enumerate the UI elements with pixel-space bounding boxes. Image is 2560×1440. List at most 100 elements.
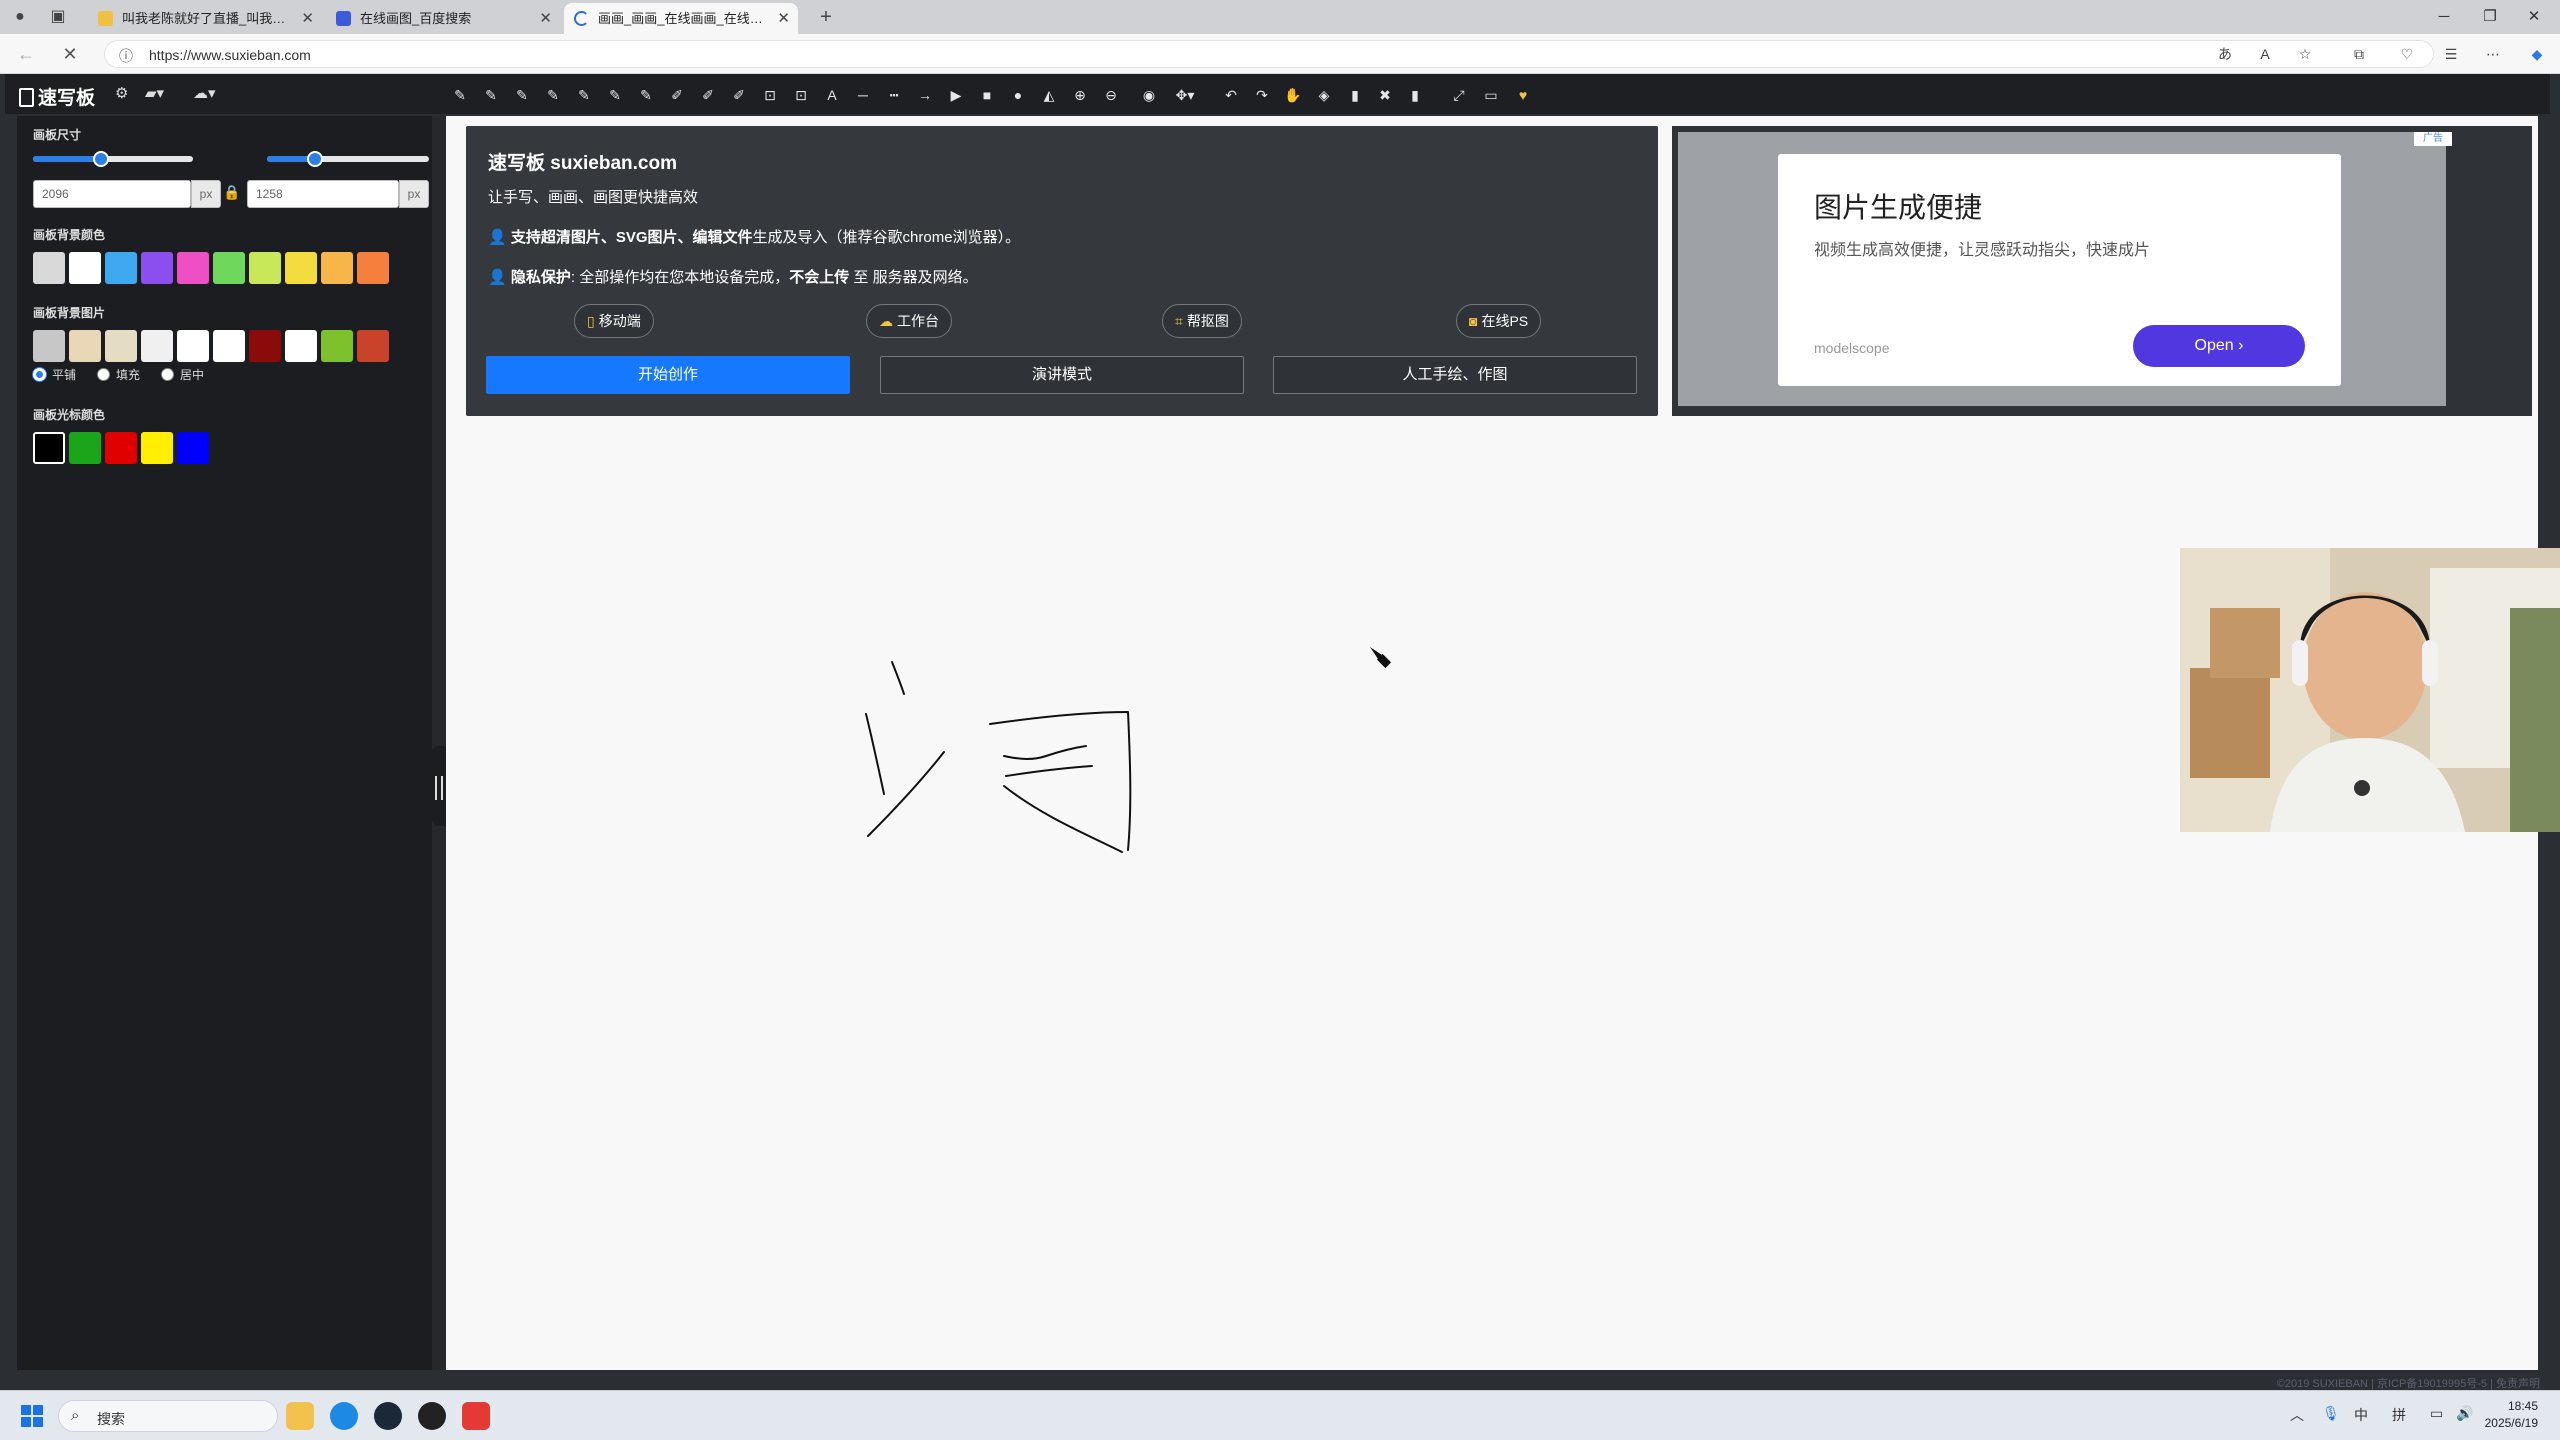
drag-handle-icon[interactable] [435, 776, 443, 800]
width-slider-knob[interactable] [93, 151, 109, 167]
pen2-tool-icon[interactable]: ✎ [512, 85, 532, 105]
bg-color-swatch-3[interactable] [105, 252, 137, 284]
more-menu-icon[interactable]: ⋯ [2482, 43, 2504, 65]
fullscreen-icon[interactable]: ⤢ [1449, 85, 1469, 105]
zoom-out-icon[interactable]: ⊖ [1101, 85, 1121, 105]
trash-icon[interactable]: ▮ [1405, 85, 1425, 105]
taskbar-clock[interactable]: 18:45 2025/6/19 [2485, 1398, 2538, 1432]
site-info-icon[interactable]: ⓘ [119, 46, 133, 66]
cloud-menu-icon[interactable]: ☁▾ [193, 84, 216, 102]
restore-icon[interactable]: ❐ [2478, 5, 2502, 29]
extensions-icon[interactable]: ⧉ [2348, 43, 2370, 65]
browser-essentials-icon[interactable]: ♡ [2396, 43, 2418, 65]
ad-badge[interactable]: 广告 [2414, 132, 2452, 146]
bg-image-swatch-7[interactable] [249, 330, 281, 362]
delete-icon[interactable]: ▮ [1345, 85, 1365, 105]
bg-color-swatch-1[interactable] [33, 252, 65, 284]
fill-mode-tile[interactable]: 平铺 [33, 366, 76, 383]
tab-close-icon[interactable]: ✕ [777, 3, 790, 34]
bg-color-swatch-10[interactable] [357, 252, 389, 284]
favorite-icon[interactable]: ☆ [2294, 43, 2316, 65]
fill-mode-center[interactable]: 居中 [161, 366, 204, 383]
bg-image-swatch-6[interactable] [213, 330, 245, 362]
cursor-color-swatch-4[interactable] [141, 432, 173, 464]
cursor-color-swatch-3[interactable] [105, 432, 137, 464]
translate-icon[interactable]: あ [2214, 43, 2236, 65]
bg-image-swatch-10[interactable] [357, 330, 389, 362]
heart-icon[interactable]: ♥ [1513, 85, 1533, 105]
line-tool-icon[interactable]: ─ [853, 85, 873, 105]
workbench-pill-button[interactable]: ☁ 工作台 [866, 304, 952, 338]
tab-close-icon[interactable]: ✕ [301, 3, 314, 34]
height-slider-knob[interactable] [307, 151, 323, 167]
sidebar-splitter[interactable] [432, 116, 446, 1370]
close-window-icon[interactable]: ✕ [2522, 5, 2546, 29]
width-input[interactable]: 2096 [33, 180, 191, 208]
cutout-pill-button[interactable]: ⌗ 帮抠图 [1162, 304, 1242, 338]
ad-content[interactable]: 图片生成便捷 视频生成高效便捷，让灵感跃动指尖，快速成片 modelscope … [1778, 154, 2341, 386]
width-slider[interactable] [33, 151, 193, 167]
stop-loading-icon[interactable]: ✕ [58, 42, 82, 66]
height-slider[interactable] [267, 151, 429, 167]
fill-mode-fill[interactable]: 填充 [97, 366, 140, 383]
unlock-tool-icon[interactable]: ⊡ [791, 85, 811, 105]
file-menu-icon[interactable]: ▰▾ [145, 84, 164, 102]
browser-tab-2[interactable]: 在线画图_百度搜索 ✕ [326, 3, 560, 34]
pen5-tool-icon[interactable]: ✎ [605, 85, 625, 105]
wps-office-icon[interactable] [462, 1402, 490, 1430]
brush-tool-icon[interactable]: ✐ [667, 85, 687, 105]
volume-icon[interactable]: 🔊 [2456, 1405, 2473, 1422]
clear-icon[interactable]: ✖ [1375, 85, 1395, 105]
pencil-tool-icon[interactable]: ✎ [450, 85, 470, 105]
read-aloud-icon[interactable]: A [2254, 43, 2276, 65]
bg-image-swatch-4[interactable] [141, 330, 173, 362]
cursor-color-swatch-5[interactable] [177, 432, 209, 464]
minimize-icon[interactable]: ─ [2432, 5, 2456, 29]
hand-icon[interactable]: ✋ [1283, 85, 1303, 105]
arrow-tool-icon[interactable]: → [915, 85, 935, 105]
bg-image-swatch-1[interactable] [33, 330, 65, 362]
shapes-tool-icon[interactable]: ◭ [1039, 85, 1059, 105]
bg-image-swatch-9[interactable] [321, 330, 353, 362]
manual-drawing-button[interactable]: 人工手绘、作图 [1273, 356, 1637, 394]
marker-tool-icon[interactable]: ✐ [729, 85, 749, 105]
ad-open-button[interactable]: Open › [2133, 325, 2305, 367]
cursor-color-swatch-2[interactable] [69, 432, 101, 464]
bg-image-swatch-3[interactable] [105, 330, 137, 362]
redo-icon[interactable]: ↷ [1252, 85, 1272, 105]
online-ps-pill-button[interactable]: ◙ 在线PS [1456, 304, 1542, 338]
pen-tool-icon[interactable]: ✎ [481, 85, 501, 105]
network-icon[interactable]: ▭ [2430, 1405, 2443, 1422]
ime-indicator[interactable]: 中 [2354, 1405, 2368, 1425]
microphone-icon[interactable]: 🎙 [2322, 1405, 2340, 1422]
lock-ratio-icon[interactable]: 🔒 [223, 184, 240, 201]
circle-tool-icon[interactable]: ● [1008, 85, 1028, 105]
media-app-icon[interactable] [418, 1402, 446, 1430]
bg-color-swatch-2[interactable] [69, 252, 101, 284]
tray-overflow-icon[interactable]: ︿ [2290, 1405, 2304, 1425]
copilot-icon[interactable]: ◆ [2526, 43, 2548, 65]
settings-icon[interactable]: ⚙ [115, 84, 128, 102]
favorites-bar-icon[interactable]: ☰ [2440, 43, 2462, 65]
bg-image-swatch-5[interactable] [177, 330, 209, 362]
bg-color-swatch-4[interactable] [141, 252, 173, 284]
profile-icon[interactable]: ● [10, 7, 30, 27]
bg-image-swatch-8[interactable] [285, 330, 317, 362]
bg-image-swatch-2[interactable] [69, 330, 101, 362]
pen6-tool-icon[interactable]: ✎ [636, 85, 656, 105]
mobile-pill-button[interactable]: ▯ 移动端 [574, 304, 654, 338]
ime-mode-indicator[interactable]: 拼 [2392, 1405, 2406, 1425]
bg-color-swatch-6[interactable] [213, 252, 245, 284]
presentation-mode-button[interactable]: 演讲模式 [880, 356, 1244, 394]
height-input[interactable]: 1258 [247, 180, 399, 208]
new-tab-icon[interactable]: + [816, 7, 836, 27]
taskbar-search[interactable]: ⌕ 搜索 [58, 1400, 278, 1432]
bg-color-swatch-9[interactable] [321, 252, 353, 284]
cursor-color-swatch-1[interactable] [33, 432, 65, 464]
undo-icon[interactable]: ↶ [1221, 85, 1241, 105]
brush2-tool-icon[interactable]: ✐ [698, 85, 718, 105]
eraser-icon[interactable]: ◈ [1314, 85, 1334, 105]
back-icon[interactable]: ← [14, 42, 38, 66]
url-field[interactable]: ⓘ https://www.suxieban.com [104, 40, 2434, 68]
text-tool-icon[interactable]: A [822, 85, 842, 105]
